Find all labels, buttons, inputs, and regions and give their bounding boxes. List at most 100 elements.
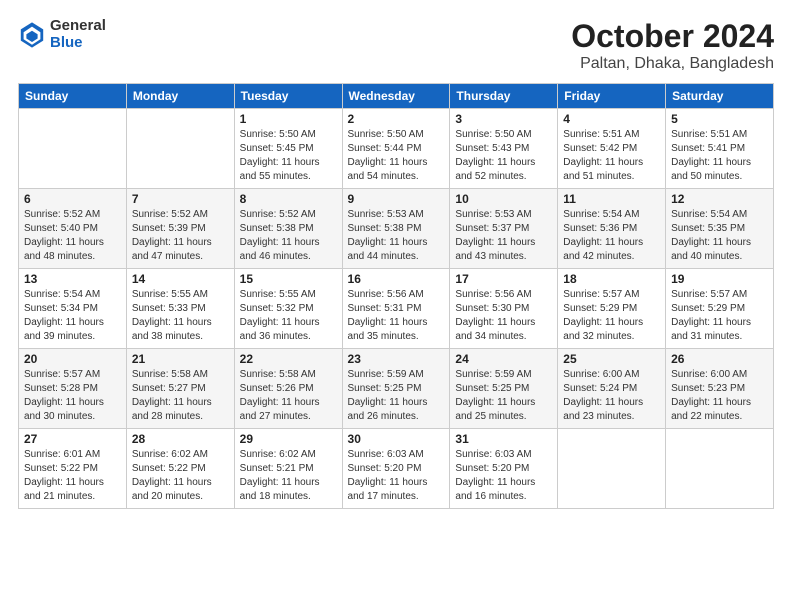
day-detail: Sunrise: 5:55 AM Sunset: 5:32 PM Dayligh…: [240, 288, 337, 344]
day-detail: Sunrise: 6:02 AM Sunset: 5:22 PM Dayligh…: [132, 448, 229, 504]
day-detail: Sunrise: 5:58 AM Sunset: 5:27 PM Dayligh…: [132, 368, 229, 424]
day-number: 10: [455, 192, 552, 206]
calendar-cell: 1 Sunrise: 5:50 AM Sunset: 5:45 PM Daylig…: [234, 109, 342, 189]
calendar-cell: 24Sunrise: 5:59 AM Sunset: 5:25 PM Dayli…: [450, 349, 558, 429]
day-number: 11: [563, 192, 660, 206]
calendar-cell: 30Sunrise: 6:03 AM Sunset: 5:20 PM Dayli…: [342, 429, 450, 509]
calendar-cell: 4 Sunrise: 5:51 AM Sunset: 5:42 PM Daylig…: [558, 109, 666, 189]
calendar-cell: 18 Sunrise: 5:57 AM Sunset: 5:29 PM Dayli…: [558, 269, 666, 349]
day-number: 21: [132, 352, 229, 366]
day-detail: Sunrise: 5:50 AM Sunset: 5:43 PM Dayligh…: [455, 128, 552, 184]
day-number: 23: [348, 352, 445, 366]
day-detail: Sunrise: 5:54 AM Sunset: 5:36 PM Dayligh…: [563, 208, 660, 264]
day-number: 3: [455, 112, 552, 126]
calendar-cell: 27Sunrise: 6:01 AM Sunset: 5:22 PM Dayli…: [19, 429, 127, 509]
calendar-subtitle: Paltan, Dhaka, Bangladesh: [571, 55, 774, 73]
day-detail: Sunrise: 5:52 AM Sunset: 5:38 PM Dayligh…: [240, 208, 337, 264]
header-saturday: Saturday: [666, 84, 774, 109]
calendar-cell: 7 Sunrise: 5:52 AM Sunset: 5:39 PM Daylig…: [126, 189, 234, 269]
day-number: 22: [240, 352, 337, 366]
calendar-title: October 2024: [571, 18, 774, 55]
day-detail: Sunrise: 6:00 AM Sunset: 5:24 PM Dayligh…: [563, 368, 660, 424]
day-number: 26: [671, 352, 768, 366]
calendar-cell: 12 Sunrise: 5:54 AM Sunset: 5:35 PM Dayli…: [666, 189, 774, 269]
calendar-week-row-2: 13Sunrise: 5:54 AM Sunset: 5:34 PM Dayli…: [19, 269, 774, 349]
day-number: 28: [132, 432, 229, 446]
calendar-cell: 28 Sunrise: 6:02 AM Sunset: 5:22 PM Dayli…: [126, 429, 234, 509]
day-detail: Sunrise: 5:52 AM Sunset: 5:40 PM Dayligh…: [24, 208, 121, 264]
day-number: 14: [132, 272, 229, 286]
day-detail: Sunrise: 6:03 AM Sunset: 5:20 PM Dayligh…: [455, 448, 552, 504]
calendar-cell: 6 Sunrise: 5:52 AM Sunset: 5:40 PM Daylig…: [19, 189, 127, 269]
calendar-cell: 23 Sunrise: 5:59 AM Sunset: 5:25 PM Dayli…: [342, 349, 450, 429]
day-detail: Sunrise: 5:51 AM Sunset: 5:42 PM Dayligh…: [563, 128, 660, 184]
day-number: 12: [671, 192, 768, 206]
calendar-cell: 8Sunrise: 5:52 AM Sunset: 5:38 PM Daylig…: [234, 189, 342, 269]
day-number: 2: [348, 112, 445, 126]
header-sunday: Sunday: [19, 84, 127, 109]
calendar-cell: 3 Sunrise: 5:50 AM Sunset: 5:43 PM Daylig…: [450, 109, 558, 189]
day-detail: Sunrise: 6:02 AM Sunset: 5:21 PM Dayligh…: [240, 448, 337, 504]
calendar-header-row: Sunday Monday Tuesday Wednesday Thursday…: [19, 84, 774, 109]
day-number: 30: [348, 432, 445, 446]
header-tuesday: Tuesday: [234, 84, 342, 109]
day-detail: Sunrise: 5:57 AM Sunset: 5:29 PM Dayligh…: [671, 288, 768, 344]
header-thursday: Thursday: [450, 84, 558, 109]
calendar-cell: 5 Sunrise: 5:51 AM Sunset: 5:41 PM Daylig…: [666, 109, 774, 189]
day-number: 4: [563, 112, 660, 126]
day-number: 13: [24, 272, 121, 286]
calendar-cell: 17 Sunrise: 5:56 AM Sunset: 5:30 PM Dayli…: [450, 269, 558, 349]
day-number: 27: [24, 432, 121, 446]
day-number: 16: [348, 272, 445, 286]
calendar-cell: 16 Sunrise: 5:56 AM Sunset: 5:31 PM Dayli…: [342, 269, 450, 349]
title-block: October 2024 Paltan, Dhaka, Bangladesh: [571, 18, 774, 73]
logo-blue: Blue: [50, 35, 106, 52]
day-detail: Sunrise: 5:51 AM Sunset: 5:41 PM Dayligh…: [671, 128, 768, 184]
calendar-cell: [126, 109, 234, 189]
calendar-cell: 15 Sunrise: 5:55 AM Sunset: 5:32 PM Dayli…: [234, 269, 342, 349]
logo: General Blue: [18, 18, 106, 51]
logo-general: General: [50, 18, 106, 35]
calendar-cell: 10 Sunrise: 5:53 AM Sunset: 5:37 PM Dayli…: [450, 189, 558, 269]
day-detail: Sunrise: 5:57 AM Sunset: 5:29 PM Dayligh…: [563, 288, 660, 344]
day-number: 9: [348, 192, 445, 206]
day-number: 1: [240, 112, 337, 126]
day-number: 17: [455, 272, 552, 286]
day-number: 24: [455, 352, 552, 366]
day-detail: Sunrise: 5:50 AM Sunset: 5:45 PM Dayligh…: [240, 128, 337, 184]
day-detail: Sunrise: 5:52 AM Sunset: 5:39 PM Dayligh…: [132, 208, 229, 264]
day-number: 18: [563, 272, 660, 286]
calendar-cell: 2Sunrise: 5:50 AM Sunset: 5:44 PM Daylig…: [342, 109, 450, 189]
day-number: 6: [24, 192, 121, 206]
day-detail: Sunrise: 5:56 AM Sunset: 5:30 PM Dayligh…: [455, 288, 552, 344]
day-number: 15: [240, 272, 337, 286]
calendar-cell: 26Sunrise: 6:00 AM Sunset: 5:23 PM Dayli…: [666, 349, 774, 429]
day-number: 5: [671, 112, 768, 126]
calendar-week-row-1: 6 Sunrise: 5:52 AM Sunset: 5:40 PM Daylig…: [19, 189, 774, 269]
day-detail: Sunrise: 5:57 AM Sunset: 5:28 PM Dayligh…: [24, 368, 121, 424]
day-number: 20: [24, 352, 121, 366]
day-detail: Sunrise: 5:59 AM Sunset: 5:25 PM Dayligh…: [348, 368, 445, 424]
calendar-cell: 21 Sunrise: 5:58 AM Sunset: 5:27 PM Dayli…: [126, 349, 234, 429]
calendar-cell: 19Sunrise: 5:57 AM Sunset: 5:29 PM Dayli…: [666, 269, 774, 349]
calendar-cell: 9 Sunrise: 5:53 AM Sunset: 5:38 PM Daylig…: [342, 189, 450, 269]
calendar-cell: 22Sunrise: 5:58 AM Sunset: 5:26 PM Dayli…: [234, 349, 342, 429]
day-number: 7: [132, 192, 229, 206]
page: General Blue October 2024 Paltan, Dhaka,…: [0, 0, 792, 612]
day-number: 25: [563, 352, 660, 366]
day-detail: Sunrise: 5:56 AM Sunset: 5:31 PM Dayligh…: [348, 288, 445, 344]
day-detail: Sunrise: 5:54 AM Sunset: 5:35 PM Dayligh…: [671, 208, 768, 264]
calendar-cell: 20 Sunrise: 5:57 AM Sunset: 5:28 PM Dayli…: [19, 349, 127, 429]
calendar-cell: [558, 429, 666, 509]
header-wednesday: Wednesday: [342, 84, 450, 109]
calendar-table: Sunday Monday Tuesday Wednesday Thursday…: [18, 83, 774, 509]
calendar-cell: 25 Sunrise: 6:00 AM Sunset: 5:24 PM Dayli…: [558, 349, 666, 429]
day-detail: Sunrise: 5:53 AM Sunset: 5:38 PM Dayligh…: [348, 208, 445, 264]
calendar-week-row-4: 27Sunrise: 6:01 AM Sunset: 5:22 PM Dayli…: [19, 429, 774, 509]
calendar-cell: [19, 109, 127, 189]
calendar-cell: 11 Sunrise: 5:54 AM Sunset: 5:36 PM Dayli…: [558, 189, 666, 269]
logo-text: General Blue: [50, 18, 106, 51]
header-friday: Friday: [558, 84, 666, 109]
day-detail: Sunrise: 5:53 AM Sunset: 5:37 PM Dayligh…: [455, 208, 552, 264]
day-number: 29: [240, 432, 337, 446]
